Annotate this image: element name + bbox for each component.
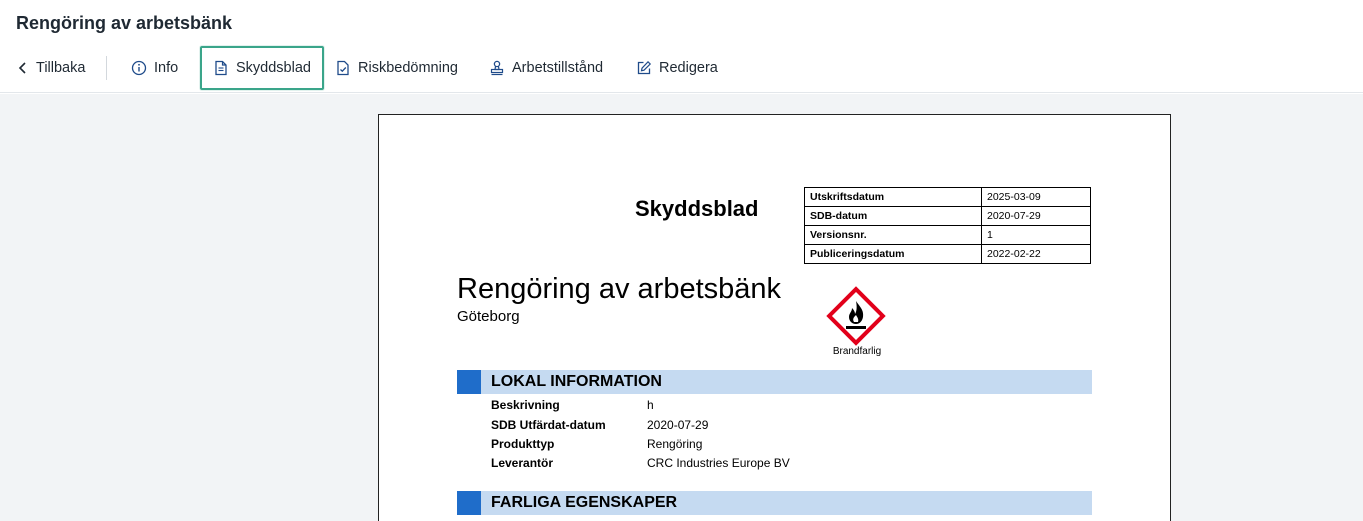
section-title: FARLIGA EGENSKAPER [491, 494, 678, 511]
edit-label: Redigera [659, 60, 718, 76]
flame-pictogram-icon [826, 286, 886, 346]
edit-icon [637, 60, 652, 75]
tab-info-label: Info [154, 60, 179, 76]
meta-value: 2025-03-09 [981, 187, 1091, 207]
meta-key: SDB-datum [804, 206, 982, 226]
toolbar: Tillbaka Info Skyddsblad Riskbedömning A… [0, 46, 1363, 90]
table-row: Publiceringsdatum 2022-02-22 [804, 244, 1091, 264]
meta-value: 1 [981, 225, 1091, 245]
hazard-label: Brandfarlig [832, 346, 882, 357]
document-heading: Skyddsblad [635, 196, 759, 221]
list-item: Produkttyp Rengöring [491, 437, 1051, 453]
list-item: SDB Utfärdat-datum 2020-07-29 [491, 418, 1051, 434]
document-title: Rengöring av arbetsbänk [457, 273, 782, 305]
tab-riskbedomning[interactable]: Riskbedömning [335, 46, 458, 90]
meta-key: Publiceringsdatum [804, 244, 982, 264]
info-value: 2020-07-29 [647, 418, 709, 432]
tab-skyddsblad-label: Skyddsblad [236, 60, 311, 76]
chevron-left-icon [18, 62, 26, 74]
top-bar: Rengöring av arbetsbänk Tillbaka Info Sk… [0, 0, 1363, 93]
section-title: LOKAL INFORMATION [491, 373, 662, 390]
table-row: Utskriftsdatum 2025-03-09 [804, 187, 1091, 207]
info-value: CRC Industries Europe BV [647, 456, 790, 470]
section-header-farliga-egenskaper: FARLIGA EGENSKAPER [457, 491, 1092, 515]
info-key: Leverantör [491, 456, 554, 470]
section-marker [457, 491, 481, 515]
back-button[interactable]: Tillbaka [17, 46, 85, 90]
document-icon [215, 60, 227, 76]
section-header-lokal-information: LOKAL INFORMATION [457, 370, 1092, 394]
meta-value: 2022-02-22 [981, 244, 1091, 264]
toolbar-divider [106, 56, 107, 80]
document-subtitle: Göteborg [457, 308, 520, 325]
section-marker [457, 370, 481, 394]
list-item: Beskrivning h [491, 398, 1051, 414]
meta-value: 2020-07-29 [981, 206, 1091, 226]
document-meta-table: Utskriftsdatum 2025-03-09 SDB-datum 2020-0… [804, 187, 1091, 264]
stamp-icon [490, 60, 504, 76]
info-value: h [647, 398, 654, 412]
info-key: SDB Utfärdat-datum [491, 418, 606, 432]
list-item: Leverantör CRC Industries Europe BV [491, 456, 1051, 472]
tab-arbetstillstand[interactable]: Arbetstillstånd [489, 46, 603, 90]
table-row: Versionsnr. 1 [804, 225, 1091, 245]
table-row: SDB-datum 2020-07-29 [804, 206, 1091, 226]
info-key: Produkttyp [491, 437, 555, 451]
page-title: Rengöring av arbetsbänk [16, 13, 233, 33]
tab-arbetstillstand-label: Arbetstillstånd [512, 60, 604, 76]
info-key: Beskrivning [491, 398, 560, 412]
info-icon [131, 60, 147, 76]
meta-key: Utskriftsdatum [804, 187, 982, 207]
info-value: Rengöring [647, 437, 703, 451]
tab-skyddsblad[interactable]: Skyddsblad [200, 46, 324, 90]
tab-info[interactable]: Info [131, 46, 178, 90]
back-label: Tillbaka [36, 60, 86, 76]
tab-riskbedomning-label: Riskbedömning [358, 60, 458, 76]
document-check-icon [337, 60, 349, 76]
safety-sheet-document: Skyddsblad Utskriftsdatum 2025-03-09 SDB-… [378, 114, 1171, 521]
meta-key: Versionsnr. [804, 225, 982, 245]
edit-button[interactable]: Redigera [636, 46, 718, 90]
